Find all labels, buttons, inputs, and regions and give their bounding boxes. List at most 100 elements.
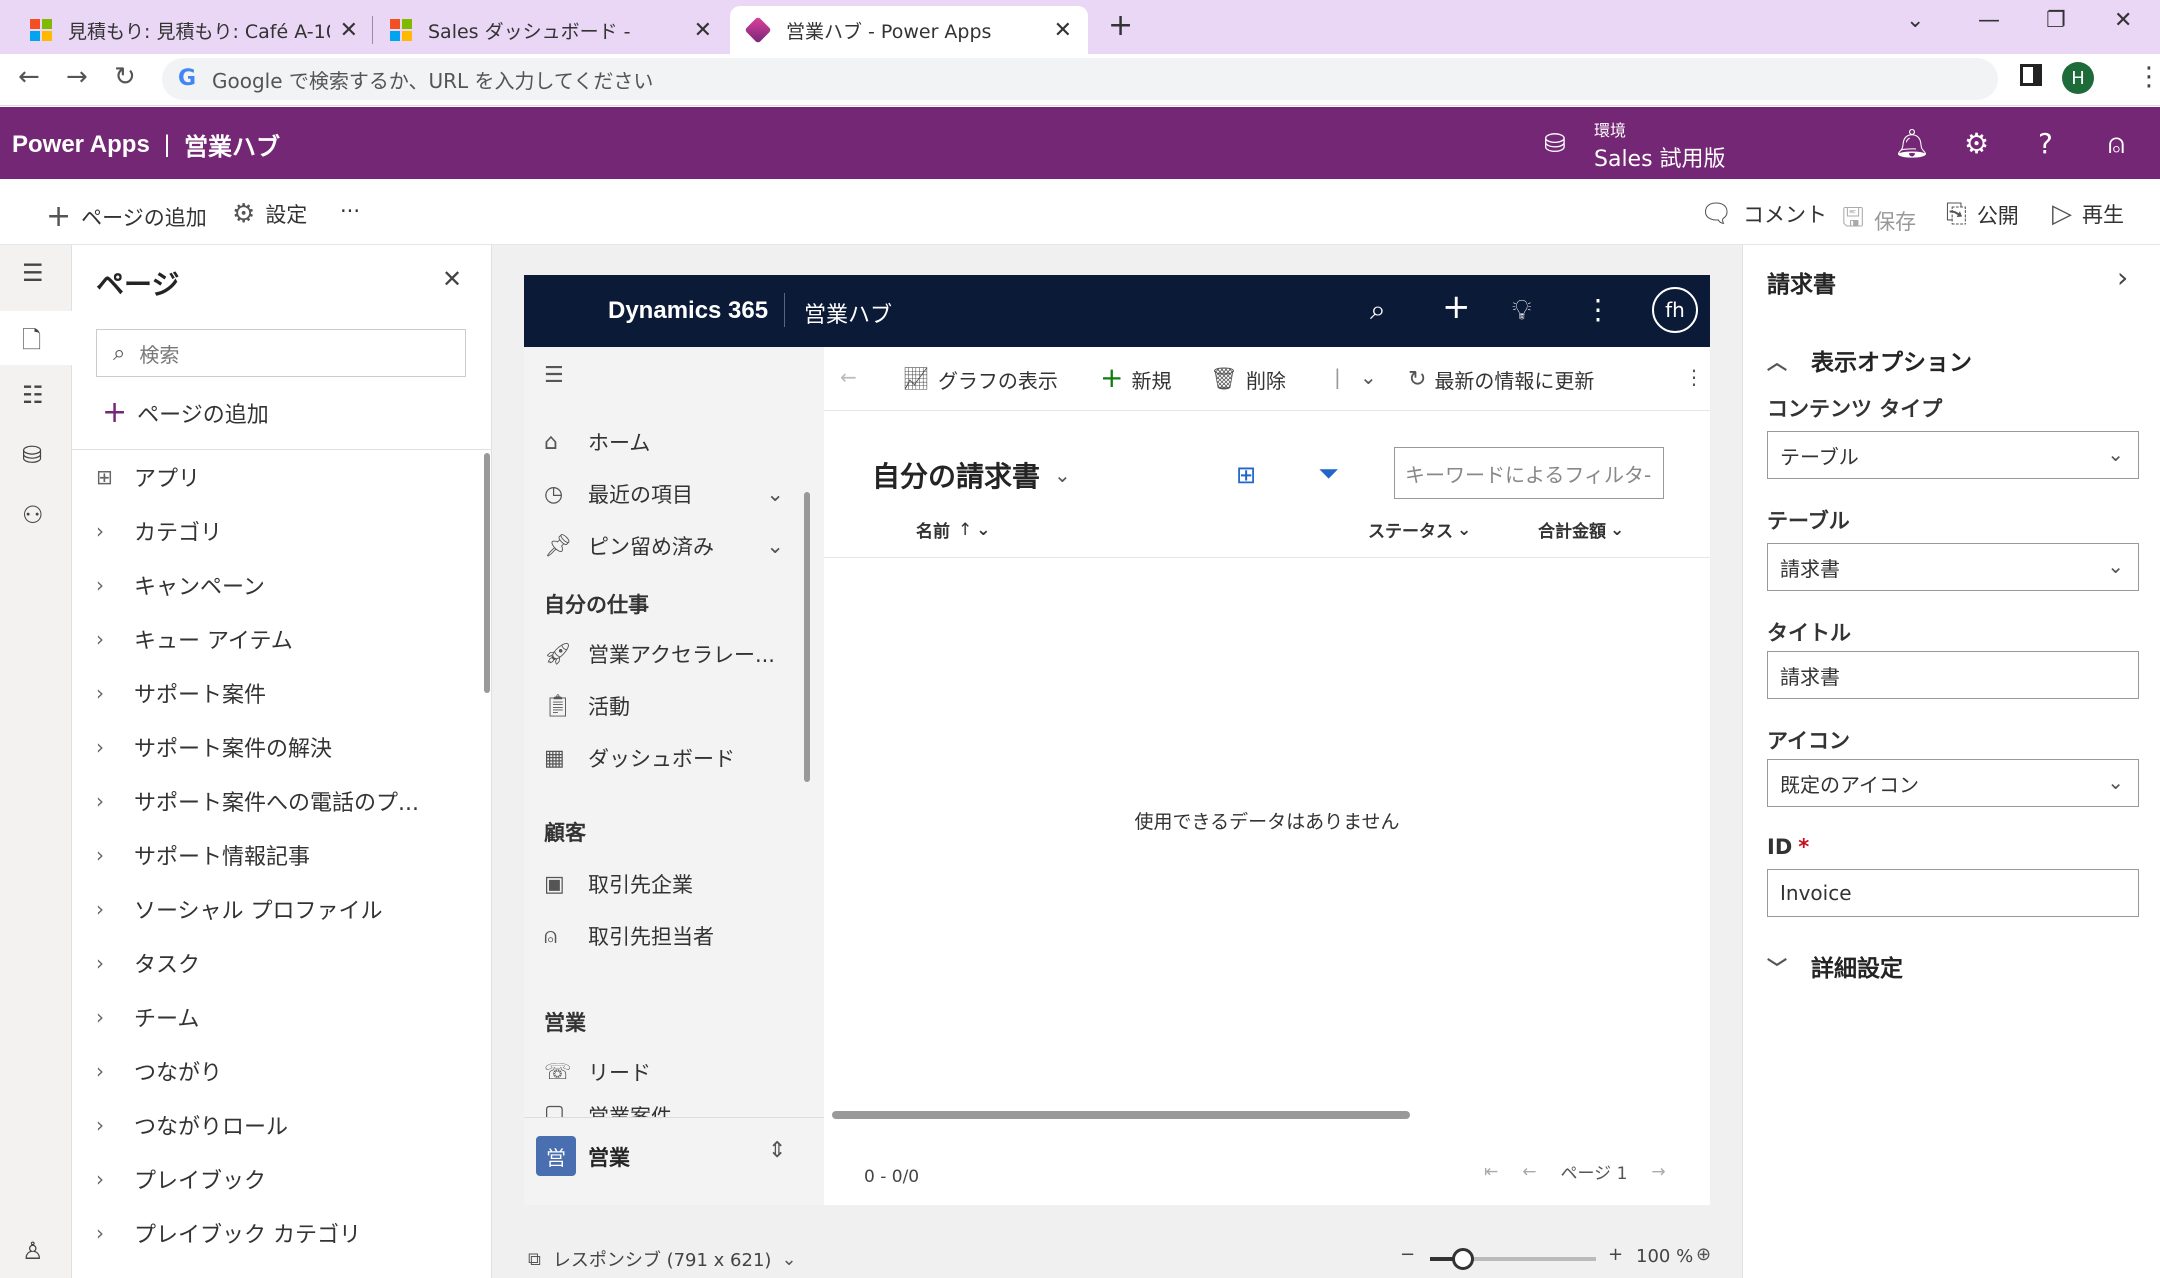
title-input[interactable]: 請求書 <box>1767 651 2139 699</box>
page-item[interactable]: › チーム <box>96 997 199 1037</box>
area-switcher[interactable]: 営 営業 ⇕ <box>524 1117 824 1205</box>
save-button[interactable]: 🖫 保存 <box>1842 199 1916 243</box>
view-selector[interactable]: 自分の請求書 ⌄ <box>872 455 1071 495</box>
plus-icon[interactable]: + <box>1442 287 1471 327</box>
settings-button[interactable]: ⚙ 設定 <box>232 199 307 229</box>
forward-icon[interactable]: → <box>66 62 88 92</box>
page-item[interactable]: › つながりロール <box>96 1105 288 1145</box>
environment-selector[interactable]: 環境 Sales 試用版 <box>1594 117 1726 173</box>
nav-activities[interactable]: 📋︎ 活動 <box>544 691 630 721</box>
page-item-app[interactable]: ⊞ アプリ <box>96 457 200 497</box>
column-header-name[interactable]: 名前 ↑ ⌄ <box>916 517 991 543</box>
user-avatar[interactable]: fh <box>1652 287 1698 333</box>
comment-button[interactable]: 🗨︎ コメント <box>1700 199 1827 229</box>
close-tab-icon[interactable]: ✕ <box>340 18 358 43</box>
help-icon[interactable]: ? <box>2038 127 2053 160</box>
fit-to-screen-icon[interactable]: ⊕ <box>1696 1244 1711 1265</box>
bell-icon[interactable]: 🔔︎ <box>1894 127 1930 160</box>
back-arrow-icon[interactable]: ← <box>840 365 857 389</box>
back-icon[interactable]: ← <box>18 62 40 92</box>
id-input[interactable]: Invoice <box>1767 869 2139 917</box>
nav-contacts[interactable]: ⍝ 取引先担当者 <box>544 921 714 951</box>
zoom-out-button[interactable]: − <box>1400 1244 1415 1265</box>
more-vertical-icon[interactable]: ⋮ <box>1584 293 1612 326</box>
previous-page-icon[interactable]: ← <box>1522 1162 1536 1182</box>
nav-dashboards[interactable]: ▦ ダッシュボード <box>544 743 735 773</box>
add-page-link[interactable]: + ページの追加 <box>102 395 269 430</box>
hamburger-icon[interactable]: ☰ <box>544 363 588 388</box>
edit-columns-icon[interactable]: ⊞ <box>1236 461 1256 489</box>
add-page-button[interactable]: + ページの追加 <box>46 199 207 234</box>
publish-button[interactable]: ⎘ 公開 <box>1946 199 2019 230</box>
advanced-settings-section[interactable]: ﹀ 詳細設定 <box>1767 949 1903 983</box>
address-bar[interactable]: G Google で検索するか、URL を入力してください <box>162 58 1998 100</box>
page-item[interactable]: › タスク <box>96 943 200 983</box>
pages-search-input[interactable]: ⌕ 検索 <box>96 329 466 377</box>
page-item[interactable]: › カテゴリ <box>96 511 222 551</box>
reload-icon[interactable]: ↻ <box>114 62 136 92</box>
search-icon[interactable]: ⌕ <box>1370 293 1386 327</box>
chevron-right-icon[interactable]: › <box>2117 261 2128 294</box>
zoom-slider-thumb[interactable] <box>1452 1248 1475 1270</box>
page-item[interactable]: › プレイブック <box>96 1159 266 1199</box>
nav-sales-accelerator[interactable]: 🚀︎ 営業アクセラレー... <box>544 639 775 669</box>
play-button[interactable]: ▷ 再生 <box>2052 199 2124 229</box>
nav-recent[interactable]: ◷ 最近の項目 ⌄ <box>544 479 784 509</box>
zoom-slider[interactable] <box>1430 1248 1596 1270</box>
automation-icon[interactable]: ⚇ <box>22 501 44 529</box>
first-page-icon[interactable]: ⇤ <box>1484 1162 1498 1182</box>
tab-search-icon[interactable]: ⌄ <box>1906 8 1924 33</box>
copilot-icon[interactable]: ♙ <box>22 1237 44 1265</box>
chevron-down-icon[interactable]: ⌄ <box>1360 365 1377 389</box>
more-vertical-icon[interactable]: ⋮ <box>1684 365 1704 389</box>
column-header-status[interactable]: ステータス ⌄ <box>1368 517 1471 543</box>
page-item[interactable]: › キャンペーン <box>96 565 265 605</box>
table-dropdown[interactable]: 請求書 ⌄ <box>1767 543 2139 591</box>
browser-tab-quote[interactable]: 見積もり: 見積もり: Café A-100 Aut ✕ <box>14 6 374 54</box>
gear-icon[interactable]: ⚙ <box>1964 127 1989 160</box>
browser-tab-sales-dashboard[interactable]: Sales ダッシュボード - ✕ <box>374 6 728 54</box>
new-button[interactable]: + 新規 <box>1100 361 1171 394</box>
horizontal-scrollbar[interactable] <box>832 1111 1410 1119</box>
close-icon[interactable]: ✕ <box>442 265 462 293</box>
minimize-icon[interactable]: — <box>1978 8 2000 33</box>
browser-profile-avatar[interactable]: H <box>2062 62 2094 94</box>
zoom-in-button[interactable]: + <box>1608 1244 1623 1265</box>
sitemap-scrollbar[interactable] <box>804 492 810 782</box>
lightbulb-icon[interactable]: 💡︎ <box>1512 293 1532 327</box>
keyword-filter-input[interactable]: キーワードによるフィルタ- <box>1394 447 1664 499</box>
hamburger-icon[interactable]: ☰ <box>22 259 44 287</box>
navigation-icon[interactable]: ☷ <box>22 381 44 409</box>
content-type-dropdown[interactable]: テーブル ⌄ <box>1767 431 2139 479</box>
browser-tab-power-apps[interactable]: 営業ハブ - Power Apps ✕ <box>730 6 1088 54</box>
nav-home[interactable]: ⌂ ホーム <box>544 427 650 457</box>
account-icon[interactable]: ⍝ <box>2108 127 2125 161</box>
close-tab-icon[interactable]: ✕ <box>1054 18 1072 43</box>
page-item[interactable]: › ソーシャル プロファイル <box>96 889 383 929</box>
nav-leads[interactable]: ☏ リード <box>544 1057 651 1087</box>
display-options-section[interactable]: ︿ 表示オプション <box>1767 343 1972 377</box>
page-item[interactable]: › サポート案件への電話のプ... <box>96 781 419 821</box>
page-item[interactable]: › つながり <box>96 1051 222 1091</box>
page-icon[interactable]: 🗋 <box>22 323 41 364</box>
page-item[interactable]: › プレイブック カテゴリ <box>96 1213 361 1253</box>
next-page-icon[interactable]: → <box>1651 1162 1665 1182</box>
more-commands-button[interactable]: ··· <box>340 199 360 223</box>
nav-accounts[interactable]: ▣ 取引先企業 <box>544 869 693 899</box>
column-header-total[interactable]: 合計金額 ⌄ <box>1538 517 1624 543</box>
delete-button[interactable]: 🗑︎ 削除 <box>1210 365 1286 394</box>
refresh-button[interactable]: ↻ 最新の情報に更新 <box>1408 365 1594 394</box>
nav-pinned[interactable]: 📌︎ ピン留め済み ⌄ <box>544 531 784 561</box>
page-item[interactable]: › キュー アイテム <box>96 619 293 659</box>
close-tab-icon[interactable]: ✕ <box>694 18 712 43</box>
page-item[interactable]: › サポート情報記事 <box>96 835 310 875</box>
browser-menu-icon[interactable]: ⋮ <box>2136 62 2160 92</box>
page-item[interactable]: › サポート案件の解決 <box>96 727 332 767</box>
restore-icon[interactable]: ❐ <box>2046 8 2066 33</box>
pages-scrollbar[interactable] <box>484 453 490 693</box>
side-panel-icon[interactable] <box>2020 64 2042 86</box>
filter-icon[interactable]: ⏷ <box>1318 459 1339 490</box>
device-selector[interactable]: ⧉ レスポンシブ (791 x 621) ⌄ <box>528 1246 797 1272</box>
page-item[interactable]: › サポート案件 <box>96 673 266 713</box>
show-chart-button[interactable]: 📈︎ グラフの表示 <box>902 365 1058 394</box>
